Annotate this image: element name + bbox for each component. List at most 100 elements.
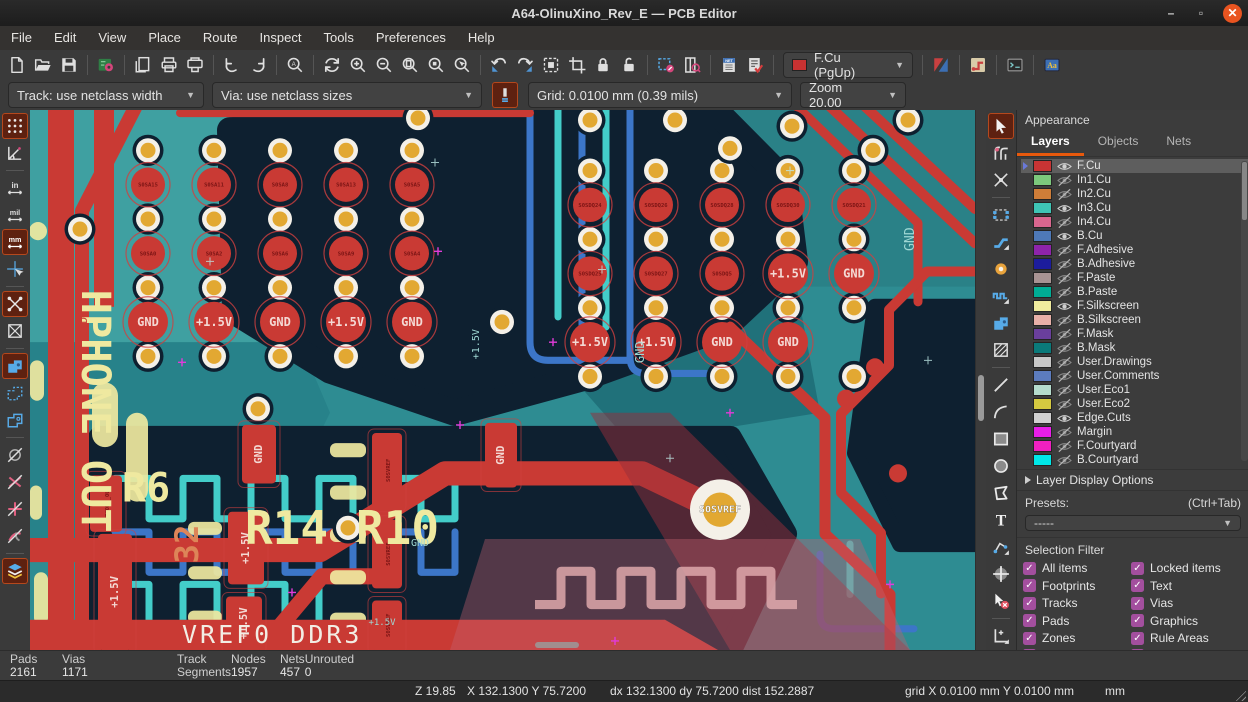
hide-ratsnest-icon[interactable] (2, 291, 28, 317)
layer-visibility-eye-icon[interactable] (1057, 426, 1072, 439)
layer-color-swatch[interactable] (1033, 258, 1052, 270)
layer-row[interactable]: In1.Cu (1021, 173, 1248, 187)
menu-item[interactable]: View (87, 26, 137, 50)
minimize-button[interactable]: – (1163, 6, 1179, 20)
checkbox-icon[interactable]: ✓ (1131, 597, 1144, 610)
refresh-view-icon[interactable] (319, 52, 345, 78)
checkbox-icon[interactable]: ✓ (1131, 579, 1144, 592)
layer-visibility-eye-icon[interactable] (1057, 412, 1072, 425)
add-via-icon[interactable] (988, 256, 1014, 282)
layer-color-swatch[interactable] (1033, 412, 1052, 424)
auto-track-width-toggle[interactable] (492, 82, 518, 108)
checkbox-icon[interactable]: ✓ (1023, 579, 1036, 592)
save-board-icon[interactable] (56, 52, 82, 78)
title-bar[interactable]: A64-OlinuXino_Rev_E — PCB Editor – ▫ ✕ (0, 0, 1248, 27)
checkbox-icon[interactable]: ✓ (1131, 614, 1144, 627)
layer-visibility-eye-icon[interactable] (1057, 230, 1072, 243)
zoom-in-icon[interactable] (345, 52, 371, 78)
layer-row[interactable]: User.Eco1 (1021, 383, 1248, 397)
selection-filter-item[interactable]: ✓ Locked items (1131, 561, 1239, 575)
curved-tracks-icon[interactable] (2, 523, 28, 549)
layer-visibility-eye-icon[interactable] (1057, 202, 1072, 215)
layer-color-swatch[interactable] (1033, 440, 1052, 452)
layer-row[interactable]: F.Silkscreen (1021, 299, 1248, 313)
layer-list-scrollbar[interactable] (1242, 162, 1247, 220)
layer-row[interactable]: B.Courtyard (1021, 453, 1248, 467)
add-zone-icon[interactable] (988, 310, 1014, 336)
layer-row[interactable]: F.Courtyard (1021, 439, 1248, 453)
layer-visibility-eye-icon[interactable] (1057, 272, 1072, 285)
layer-visibility-eye-icon[interactable] (1057, 454, 1072, 467)
draw-polygon-icon[interactable] (988, 480, 1014, 506)
layer-visibility-eye-icon[interactable] (1057, 328, 1072, 341)
selection-filter-item[interactable]: ✓ Rule Areas (1131, 631, 1239, 645)
scripting-console-icon[interactable] (1002, 52, 1028, 78)
track-width-selector[interactable]: Track: use netclass width ▼ (8, 82, 204, 108)
add-alignment-target-icon[interactable] (988, 561, 1014, 587)
interactive-delete-icon[interactable] (988, 588, 1014, 614)
units-inches-icon[interactable]: in (2, 175, 28, 201)
layer-visibility-eye-icon[interactable] (1057, 440, 1072, 453)
ungroup-items-icon[interactable] (564, 52, 590, 78)
checkbox-icon[interactable]: ✓ (1023, 614, 1036, 627)
unlock-icon[interactable] (616, 52, 642, 78)
selection-filter-item[interactable]: ✓ Graphics (1131, 614, 1239, 628)
polar-coordinates-icon[interactable] (2, 140, 28, 166)
add-rule-area-icon[interactable] (988, 337, 1014, 363)
lock-icon[interactable] (590, 52, 616, 78)
page-settings-icon[interactable] (130, 52, 156, 78)
layer-color-swatch[interactable] (1033, 300, 1052, 312)
layer-row[interactable]: User.Comments (1021, 369, 1248, 383)
layer-color-swatch[interactable] (1033, 356, 1052, 368)
vertical-scrollbar[interactable] (978, 375, 984, 421)
presets-selector[interactable]: ----- ▼ (1025, 515, 1241, 531)
selection-filter-item[interactable]: ✓ All items (1023, 561, 1131, 575)
layer-color-swatch[interactable] (1033, 230, 1052, 242)
layer-row[interactable]: User.Drawings (1021, 355, 1248, 369)
layer-color-swatch[interactable] (1033, 328, 1052, 340)
layer-row[interactable]: In2.Cu (1021, 187, 1248, 201)
checkbox-icon[interactable]: ✓ (1131, 562, 1144, 575)
layer-row[interactable]: In4.Cu (1021, 215, 1248, 229)
layer-visibility-eye-icon[interactable] (1057, 258, 1072, 271)
layer-row[interactable]: B.Silkscreen (1021, 313, 1248, 327)
update-footprints-icon[interactable] (653, 52, 679, 78)
layer-color-swatch[interactable] (1033, 174, 1052, 186)
checkbox-icon[interactable]: ✓ (1131, 632, 1144, 645)
layer-row[interactable]: B.Adhesive (1021, 257, 1248, 271)
layer-visibility-eye-icon[interactable] (1057, 356, 1072, 369)
layer-visibility-eye-icon[interactable] (1057, 188, 1072, 201)
sketch-pads-icon[interactable] (2, 442, 28, 468)
highlight-net-icon[interactable] (988, 140, 1014, 166)
layer-row[interactable]: B.Cu (1021, 229, 1248, 243)
checkbox-icon[interactable]: ✓ (1023, 562, 1036, 575)
wireframe-zones-icon[interactable] (2, 380, 28, 406)
local-ratsnest-icon[interactable] (988, 167, 1014, 193)
layer-color-swatch[interactable] (1033, 384, 1052, 396)
set-drill-origin-icon[interactable] (988, 623, 1014, 649)
new-board-icon[interactable] (4, 52, 30, 78)
zoom-selector[interactable]: Zoom 20.00 ▼ (800, 82, 906, 108)
route-tracks-icon[interactable] (988, 229, 1014, 255)
zoom-to-selection-icon[interactable] (449, 52, 475, 78)
horizontal-scrollbar[interactable] (535, 642, 579, 648)
add-footprint-icon[interactable] (988, 202, 1014, 228)
layer-color-swatch[interactable] (1033, 342, 1052, 354)
layer-row[interactable]: B.Paste (1021, 285, 1248, 299)
layer-visibility-eye-icon[interactable] (1057, 286, 1072, 299)
select-tool-icon[interactable] (988, 113, 1014, 139)
draw-circle-icon[interactable] (988, 453, 1014, 479)
zoom-fit-objects-icon[interactable] (423, 52, 449, 78)
maximize-button[interactable]: ▫ (1193, 6, 1209, 20)
tune-track-length-icon[interactable] (988, 283, 1014, 309)
layer-color-swatch[interactable] (1033, 202, 1052, 214)
selection-filter-item[interactable]: ✓ Text (1131, 579, 1239, 593)
menu-item[interactable]: Route (192, 26, 249, 50)
draw-arc-icon[interactable] (988, 399, 1014, 425)
draw-rectangle-icon[interactable] (988, 426, 1014, 452)
appearance-tab[interactable]: Objects (1084, 130, 1153, 156)
grid-selector[interactable]: Grid: 0.0100 mm (0.39 mils) ▼ (528, 82, 792, 108)
rotate-cw-icon[interactable] (512, 52, 538, 78)
layer-row[interactable]: F.Adhesive (1021, 243, 1248, 257)
group-items-icon[interactable] (538, 52, 564, 78)
